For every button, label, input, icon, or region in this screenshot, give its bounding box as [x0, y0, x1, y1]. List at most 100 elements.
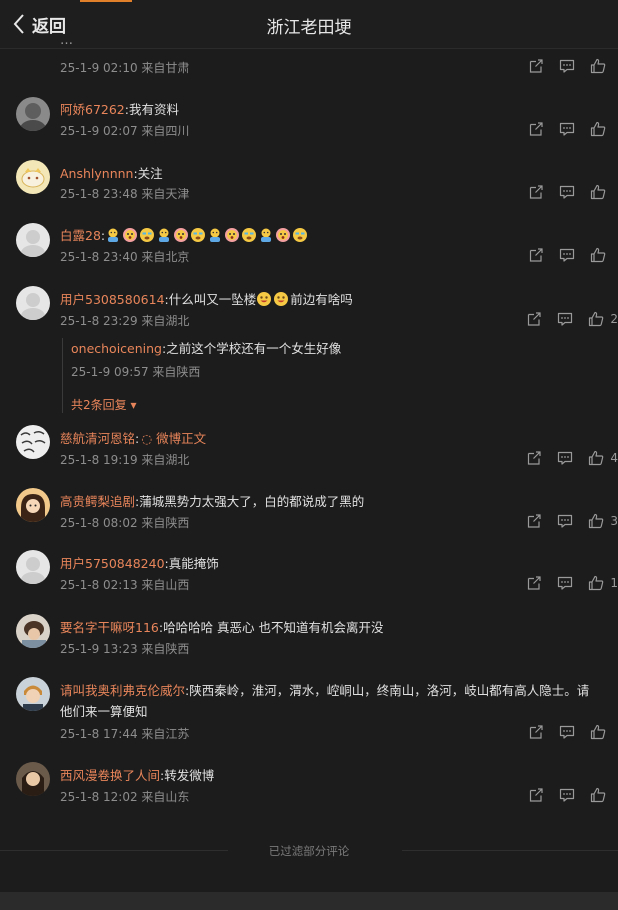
comment-text: 用户5750848240:真能掩饰	[60, 556, 219, 571]
username-link[interactable]: 高贵鳄梨追剧	[60, 494, 135, 509]
comment-button[interactable]	[559, 184, 575, 200]
avatar[interactable]	[16, 488, 50, 522]
comment-meta: 25-1-8 02:13 来自山西	[60, 578, 190, 592]
share-button[interactable]	[526, 513, 542, 529]
avatar[interactable]	[16, 550, 50, 584]
username-link[interactable]: 白露28	[60, 228, 101, 243]
avatar[interactable]	[16, 762, 50, 796]
comment-text: 白露28:	[60, 225, 309, 244]
share-button[interactable]	[528, 58, 544, 74]
partial-comment-text: …	[60, 40, 73, 48]
page-title: 浙江老田埂	[266, 18, 352, 38]
like-icon	[590, 787, 606, 803]
comment-text: 请叫我奥利弗克伦威尔:陕西秦岭，淮河，渭水，崆峒山，终南山，洛河，岐山都有高人隐…	[60, 683, 590, 698]
comment-button[interactable]	[559, 121, 575, 137]
comment-text: 要名字干嘛呀116:哈哈哈哈 真恶心 也不知道有机会离开没	[60, 620, 384, 635]
tab-indicator	[80, 0, 132, 2]
like-icon	[588, 513, 604, 529]
username-link[interactable]: onechoicening	[71, 341, 162, 356]
comment-meta: 25-1-9 13:23 来自陕西	[60, 642, 190, 656]
share-icon	[528, 724, 544, 740]
comment-text: Anshlynnnn:关注	[60, 166, 163, 181]
comment-text: 高贵鳄梨追剧:蒲城黑势力太强大了，白的都说成了黑的	[60, 494, 365, 509]
username-link[interactable]: 要名字干嘛呀116	[60, 620, 159, 635]
share-icon	[526, 513, 542, 529]
comment-icon	[557, 311, 573, 327]
like-button[interactable]: 2	[588, 311, 618, 327]
avatar[interactable]	[16, 677, 50, 711]
avatar[interactable]	[16, 286, 50, 320]
like-button[interactable]	[590, 58, 618, 74]
like-button[interactable]: 4	[588, 450, 618, 466]
avatar[interactable]	[16, 425, 50, 459]
more-replies-link[interactable]: 共2条回复 ▾	[71, 396, 551, 413]
username-link[interactable]: 慈航清河恩铭	[60, 431, 135, 446]
shock-emoji-icon	[122, 227, 138, 243]
share-icon	[528, 787, 544, 803]
avatar[interactable]	[16, 223, 50, 257]
like-icon	[590, 184, 606, 200]
comment-button[interactable]	[559, 58, 575, 74]
share-button[interactable]	[528, 121, 544, 137]
comment-meta: 25-1-8 23:48 来自天津	[60, 187, 190, 201]
share-button[interactable]	[528, 787, 544, 803]
like-icon	[590, 247, 606, 263]
share-button[interactable]	[528, 184, 544, 200]
comment-button[interactable]	[559, 247, 575, 263]
username-link[interactable]: Anshlynnnn	[60, 166, 133, 181]
share-button[interactable]	[526, 450, 542, 466]
like-button[interactable]	[590, 184, 618, 200]
like-button[interactable]	[590, 247, 618, 263]
comment-meta: 25-1-8 23:29 来自湖北	[60, 314, 190, 328]
comment-button[interactable]	[559, 724, 575, 740]
like-icon	[588, 311, 604, 327]
comment-button[interactable]	[559, 787, 575, 803]
username-link[interactable]: 请叫我奥利弗克伦威尔	[60, 683, 185, 698]
comment-icon	[559, 787, 575, 803]
doll-emoji-icon	[156, 227, 172, 243]
comment-button[interactable]	[557, 450, 573, 466]
like-button[interactable]	[590, 787, 618, 803]
share-icon	[526, 575, 542, 591]
comment-button[interactable]	[557, 311, 573, 327]
share-button[interactable]	[526, 311, 542, 327]
reply-meta: 25-1-9 09:57 来自陕西	[71, 365, 201, 379]
avatar[interactable]	[16, 160, 50, 194]
like-icon	[588, 450, 604, 466]
comment-text: 阿娇67262:我有资料	[60, 102, 179, 117]
comment-icon	[557, 513, 573, 529]
comment-icon	[557, 575, 573, 591]
share-button[interactable]	[528, 247, 544, 263]
comment-icon	[559, 724, 575, 740]
share-button[interactable]	[528, 724, 544, 740]
laugh-emoji-icon	[256, 291, 272, 307]
doll-emoji-icon	[207, 227, 223, 243]
share-icon	[528, 58, 544, 74]
like-icon	[590, 724, 606, 740]
share-icon	[528, 184, 544, 200]
doll-emoji-icon	[258, 227, 274, 243]
comment-button[interactable]	[557, 513, 573, 529]
link-icon: ◌	[141, 431, 153, 446]
username-link[interactable]: 用户5750848240	[60, 556, 165, 571]
comment-text-continued: 他们来一算便知	[60, 704, 148, 719]
comment-meta: 25-1-9 02:10 来自甘肃	[60, 61, 190, 75]
comment-meta: 25-1-8 17:44 来自江苏	[60, 727, 190, 741]
share-icon	[528, 121, 544, 137]
avatar[interactable]	[16, 97, 50, 131]
weibo-post-link[interactable]: ◌ 微博正文	[141, 431, 206, 446]
username-link[interactable]: 西风漫卷换了人间	[60, 768, 160, 783]
avatar[interactable]	[16, 614, 50, 648]
like-button[interactable]: 3	[588, 513, 618, 529]
cry-emoji-icon	[139, 227, 155, 243]
cry-emoji-icon	[292, 227, 308, 243]
cry-emoji-icon	[241, 227, 257, 243]
comment-icon	[557, 450, 573, 466]
like-button[interactable]	[590, 724, 618, 740]
comment-button[interactable]	[557, 575, 573, 591]
username-link[interactable]: 阿娇67262	[60, 102, 125, 117]
like-button[interactable]: 1	[588, 575, 618, 591]
username-link[interactable]: 用户5308580614	[60, 292, 165, 307]
share-button[interactable]	[526, 575, 542, 591]
like-button[interactable]	[590, 121, 618, 137]
